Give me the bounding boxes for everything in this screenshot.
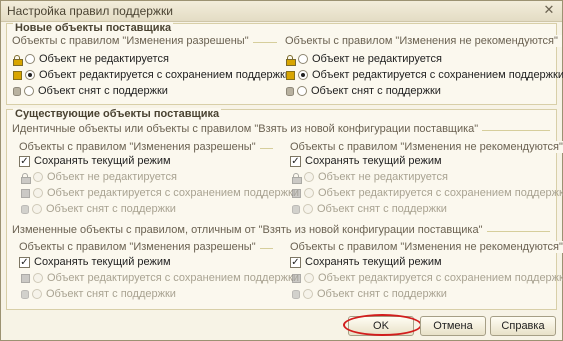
window-title: Настройка правил поддержки: [7, 4, 173, 18]
cylinder-icon: [286, 86, 294, 96]
radio-button[interactable]: [304, 172, 314, 182]
cylinder-icon: [292, 289, 300, 299]
lock-icon: [285, 54, 296, 66]
radio-button[interactable]: [24, 86, 34, 96]
cube-icon: [21, 273, 30, 283]
identical-left-option-1[interactable]: Объект не редактируется: [20, 169, 177, 185]
new-right-option-3[interactable]: Объект снят с поддержки: [285, 83, 441, 99]
identical-right-fieldset: Объекты с правилом "Изменения не рекомен…: [290, 141, 563, 153]
cylinder-icon: [292, 204, 300, 214]
radio-button[interactable]: [297, 86, 307, 96]
keep-mode-checkbox[interactable]: ✓: [290, 256, 301, 268]
changed-right-option-1[interactable]: Объект редактируется с сохранением подде…: [291, 270, 563, 286]
cancel-button[interactable]: Отмена: [420, 316, 486, 336]
radio-button[interactable]: [25, 70, 35, 80]
new-left-fieldset: Объекты с правилом "Изменения разрешены": [12, 35, 277, 47]
identical-label: Идентичные объекты или объекты с правило…: [12, 123, 483, 135]
new-objects-title: Новые объекты поставщика: [13, 22, 174, 34]
help-button[interactable]: Справка: [490, 316, 556, 336]
changed-right-keep-mode[interactable]: ✓ Сохранять текущий режим: [290, 254, 442, 270]
cube-icon: [286, 70, 295, 80]
new-left-option-2[interactable]: Объект редактируется с сохранением подде…: [12, 67, 291, 83]
new-left-option-3[interactable]: Объект снят с поддержки: [12, 83, 168, 99]
new-right-option-1[interactable]: Объект не редактируется: [285, 51, 442, 67]
ok-highlight-oval: [343, 314, 422, 336]
radio-button[interactable]: [32, 204, 42, 214]
identical-right-keep-mode[interactable]: ✓ Сохранять текущий режим: [290, 153, 442, 169]
cube-icon: [21, 188, 30, 198]
changed-left-label: Объекты с правилом "Изменения разрешены": [19, 241, 260, 253]
identical-right-option-2[interactable]: Объект редактируется с сохранением подде…: [291, 185, 563, 201]
lock-icon: [20, 172, 31, 184]
new-left-option-1[interactable]: Объект не редактируется: [12, 51, 169, 67]
changed-right-option-2[interactable]: Объект снят с поддержки: [291, 286, 447, 302]
existing-objects-group: Существующие объекты поставщика Идентичн…: [6, 108, 563, 310]
radio-button[interactable]: [304, 188, 314, 198]
changed-left-option-2[interactable]: Объект снят с поддержки: [20, 286, 176, 302]
cube-icon: [13, 70, 22, 80]
identical-left-label: Объекты с правилом "Изменения разрешены": [19, 141, 260, 153]
new-right-fieldset: Объекты с правилом "Изменения не рекомен…: [285, 35, 562, 47]
new-objects-group: Новые объекты поставщика Объекты с прави…: [6, 22, 563, 105]
identical-right-label: Объекты с правилом "Изменения не рекомен…: [290, 141, 563, 153]
changed-fieldset: Измененные объекты с правилом, отличным …: [12, 224, 550, 236]
changed-right-fieldset: Объекты с правилом "Изменения не рекомен…: [290, 241, 563, 253]
radio-button[interactable]: [298, 70, 308, 80]
cylinder-icon: [21, 289, 29, 299]
keep-mode-checkbox[interactable]: ✓: [19, 155, 30, 167]
cylinder-icon: [13, 86, 21, 96]
identical-fieldset: Идентичные объекты или объекты с правило…: [12, 123, 550, 135]
identical-left-option-3[interactable]: Объект снят с поддержки: [20, 201, 176, 217]
changed-left-fieldset: Объекты с правилом "Изменения разрешены": [19, 241, 273, 253]
support-rules-dialog: Настройка правил поддержки ✕ Новые объек…: [0, 0, 563, 341]
new-right-option-2[interactable]: Объект редактируется с сохранением подде…: [285, 67, 563, 83]
cylinder-icon: [21, 204, 29, 214]
lock-icon: [12, 54, 23, 66]
identical-right-option-1[interactable]: Объект не редактируется: [291, 169, 448, 185]
new-left-label: Объекты с правилом "Изменения разрешены": [12, 35, 253, 47]
identical-left-option-2[interactable]: Объект редактируется с сохранением подде…: [20, 185, 299, 201]
changed-label: Измененные объекты с правилом, отличным …: [12, 224, 487, 236]
existing-objects-title: Существующие объекты поставщика: [13, 108, 222, 120]
radio-button[interactable]: [33, 273, 43, 283]
changed-right-label: Объекты с правилом "Изменения не рекомен…: [290, 241, 563, 253]
radio-button[interactable]: [33, 172, 43, 182]
radio-button[interactable]: [298, 54, 308, 64]
cube-icon: [292, 188, 301, 198]
close-icon[interactable]: ✕: [542, 3, 556, 17]
cube-icon: [292, 273, 301, 283]
radio-button[interactable]: [33, 188, 43, 198]
keep-mode-checkbox[interactable]: ✓: [19, 256, 30, 268]
identical-right-option-3[interactable]: Объект снят с поддержки: [291, 201, 447, 217]
changed-left-option-1[interactable]: Объект редактируется с сохранением подде…: [20, 270, 299, 286]
radio-button[interactable]: [303, 289, 313, 299]
radio-button[interactable]: [304, 273, 314, 283]
lock-icon: [291, 172, 302, 184]
changed-left-keep-mode[interactable]: ✓ Сохранять текущий режим: [19, 254, 171, 270]
keep-mode-checkbox[interactable]: ✓: [290, 155, 301, 167]
identical-left-fieldset: Объекты с правилом "Изменения разрешены": [19, 141, 273, 153]
radio-button[interactable]: [32, 289, 42, 299]
radio-button[interactable]: [303, 204, 313, 214]
new-right-label: Объекты с правилом "Изменения не рекомен…: [285, 35, 562, 47]
identical-left-keep-mode[interactable]: ✓ Сохранять текущий режим: [19, 153, 171, 169]
title-bar: Настройка правил поддержки ✕: [1, 1, 562, 22]
radio-button[interactable]: [25, 54, 35, 64]
